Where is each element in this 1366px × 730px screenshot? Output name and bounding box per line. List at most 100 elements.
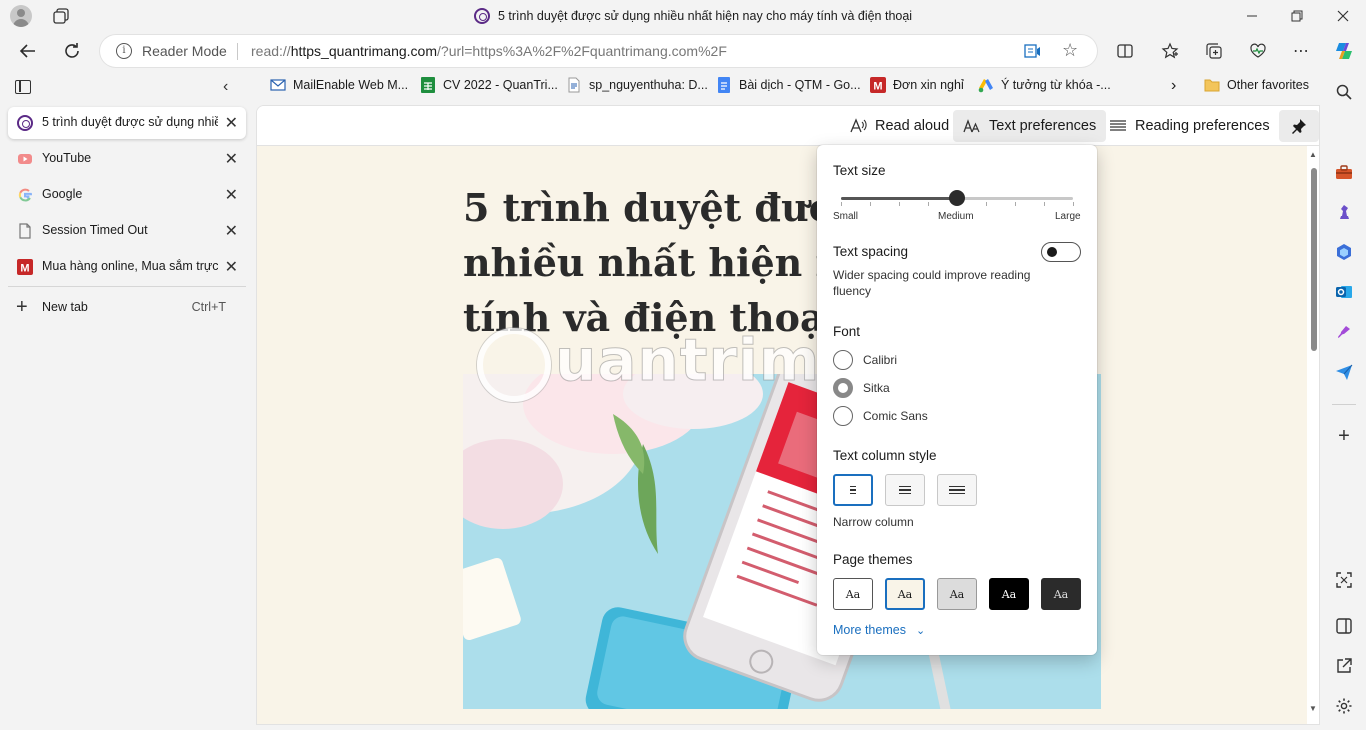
tab-item-shopping[interactable]: M Mua hàng online, Mua sắm trực t ✕ xyxy=(8,251,246,283)
m-icon: M xyxy=(870,77,886,93)
immersive-reader-icon[interactable] xyxy=(1024,42,1042,60)
sidebar-send-button[interactable] xyxy=(1334,362,1354,382)
narrow-column-button[interactable] xyxy=(833,474,873,506)
text-preferences-label: Text preferences xyxy=(989,118,1097,134)
doc-icon xyxy=(568,77,580,93)
refresh-button[interactable] xyxy=(56,36,88,66)
theme-dark-button[interactable]: Aa xyxy=(989,578,1029,610)
sidebar-games-button[interactable] xyxy=(1334,202,1354,222)
close-tab-icon[interactable]: ✕ xyxy=(225,257,238,277)
tab-actions-icon[interactable] xyxy=(15,80,31,94)
bookmark-item[interactable]: Ý tưởng từ khóa -... xyxy=(978,77,1111,93)
theme-sepia-button[interactable]: Aa xyxy=(885,578,925,610)
more-themes-link[interactable]: More themes ⌄ xyxy=(833,623,925,637)
radio-button[interactable] xyxy=(833,350,853,370)
sidebar-settings-button[interactable] xyxy=(1334,696,1354,716)
back-button[interactable] xyxy=(12,36,44,66)
pin-toolbar-button[interactable] xyxy=(1279,110,1319,142)
sidebar-designer-button[interactable] xyxy=(1334,322,1354,342)
browser-essentials-button[interactable] xyxy=(1248,41,1268,61)
font-option-calibri[interactable]: Calibri xyxy=(833,350,1033,370)
settings-more-button[interactable]: ⋯ xyxy=(1291,41,1311,61)
close-tab-icon[interactable]: ✕ xyxy=(225,113,238,133)
theme-light-button[interactable]: Aa xyxy=(833,578,873,610)
sidebar-screenshot-button[interactable] xyxy=(1334,570,1354,590)
wide-column-button[interactable] xyxy=(937,474,977,506)
radio-button-selected[interactable] xyxy=(833,378,853,398)
workspaces-icon[interactable] xyxy=(53,8,69,24)
close-tab-icon[interactable]: ✕ xyxy=(225,185,238,205)
bookmark-label: MailEnable Web M... xyxy=(293,78,409,92)
theme-charcoal-button[interactable]: Aa xyxy=(1041,578,1081,610)
url-text[interactable]: read://https_quantrimang.com/?url=https%… xyxy=(251,43,727,59)
bookmark-item[interactable]: sp_nguyenthuha: D... xyxy=(566,77,708,93)
sidebar-outlook-button[interactable] xyxy=(1334,282,1354,302)
close-tab-icon[interactable]: ✕ xyxy=(225,149,238,169)
slider-tick xyxy=(841,202,842,206)
text-spacing-description: Wider spacing could improve reading flue… xyxy=(833,268,1031,298)
favorite-star-icon[interactable]: ☆ xyxy=(1062,40,1078,61)
more-dots-icon: ⋯ xyxy=(1293,43,1309,60)
sidebar-search-button[interactable] xyxy=(1334,82,1354,102)
text-spacing-toggle[interactable] xyxy=(1041,242,1081,262)
info-icon[interactable]: i xyxy=(116,43,132,59)
scrollbar-thumb[interactable] xyxy=(1311,168,1317,351)
text-preferences-button[interactable]: Text preferences xyxy=(953,110,1107,142)
minimize-button[interactable] xyxy=(1229,0,1275,32)
url-rest: /?url=https%3A%2F%2Fquantrimang.com%2F xyxy=(437,43,727,59)
bookmark-item[interactable]: MailEnable Web M... xyxy=(270,77,408,93)
bookmark-item[interactable]: CV 2022 - QuanTri... xyxy=(420,77,558,93)
bookmark-label: Bài dịch - QTM - Go... xyxy=(739,78,861,92)
toolbox-icon xyxy=(1336,165,1352,179)
restore-button[interactable] xyxy=(1274,0,1320,32)
collapse-pane-icon[interactable]: ‹ xyxy=(223,78,228,96)
address-bar[interactable]: i Reader Mode read://https_quantrimang.c… xyxy=(100,35,1097,67)
text-size-slider-thumb[interactable] xyxy=(949,190,965,206)
medium-column-button[interactable] xyxy=(885,474,925,506)
slider-tick xyxy=(1073,202,1074,206)
tab-item-active[interactable]: 5 trình duyệt được sử dụng nhiều ✕ xyxy=(8,107,246,139)
theme-gray-button[interactable]: Aa xyxy=(937,578,977,610)
quantrimang-icon xyxy=(17,115,33,131)
svg-text:M: M xyxy=(20,263,29,275)
sidebar-microsoft365-button[interactable] xyxy=(1334,242,1354,262)
text-size-icon xyxy=(963,119,980,133)
bookmarks-overflow-button[interactable]: › xyxy=(1171,77,1176,95)
youtube-icon xyxy=(18,154,32,164)
read-aloud-button[interactable]: Read aloud xyxy=(839,110,959,142)
sidebar-tools-button[interactable] xyxy=(1334,162,1354,182)
radio-button[interactable] xyxy=(833,406,853,426)
close-tab-icon[interactable]: ✕ xyxy=(225,221,238,241)
slider-tick xyxy=(1044,202,1045,206)
page-icon xyxy=(19,223,31,239)
read-aloud-label: Read aloud xyxy=(875,118,950,134)
bookmark-item[interactable]: Bài dịch - QTM - Go... xyxy=(716,77,861,93)
font-option-sitka[interactable]: Sitka xyxy=(833,378,1033,398)
tab-item-youtube[interactable]: YouTube ✕ xyxy=(8,143,246,175)
size-label-small: Small xyxy=(833,211,859,222)
reading-preferences-button[interactable]: Reading preferences xyxy=(1099,110,1280,142)
favorites-button[interactable] xyxy=(1160,41,1180,61)
pin-icon xyxy=(1292,119,1306,134)
chevron-right-icon: › xyxy=(1171,77,1177,94)
bookmark-item[interactable]: M Đơn xin nghỉ xyxy=(870,77,964,93)
scroll-down-icon[interactable]: ▼ xyxy=(1309,704,1317,713)
more-themes-label: More themes xyxy=(833,623,906,637)
tab-item-google[interactable]: Google ✕ xyxy=(8,179,246,211)
font-option-comic-sans[interactable]: Comic Sans xyxy=(833,406,1033,426)
collections-button[interactable] xyxy=(1204,41,1224,61)
new-tab-button[interactable]: + New tab Ctrl+T xyxy=(8,292,246,322)
sidebar-add-button[interactable]: + xyxy=(1334,425,1354,447)
sheets-icon xyxy=(421,77,435,93)
medium-column-icon xyxy=(899,486,911,494)
tab-item-session[interactable]: Session Timed Out ✕ xyxy=(8,215,246,247)
sidebar-open-window-button[interactable] xyxy=(1334,656,1354,676)
split-screen-button[interactable] xyxy=(1115,41,1135,61)
close-window-button[interactable] xyxy=(1320,0,1366,32)
other-favorites-folder[interactable]: Other favorites xyxy=(1204,77,1309,93)
page-scrollbar[interactable]: ▲ ▼ xyxy=(1308,146,1320,718)
sidebar-hide-button[interactable] xyxy=(1334,616,1354,636)
minimize-icon xyxy=(1247,15,1257,17)
scroll-up-icon[interactable]: ▲ xyxy=(1309,150,1317,159)
profile-avatar[interactable] xyxy=(10,5,32,27)
